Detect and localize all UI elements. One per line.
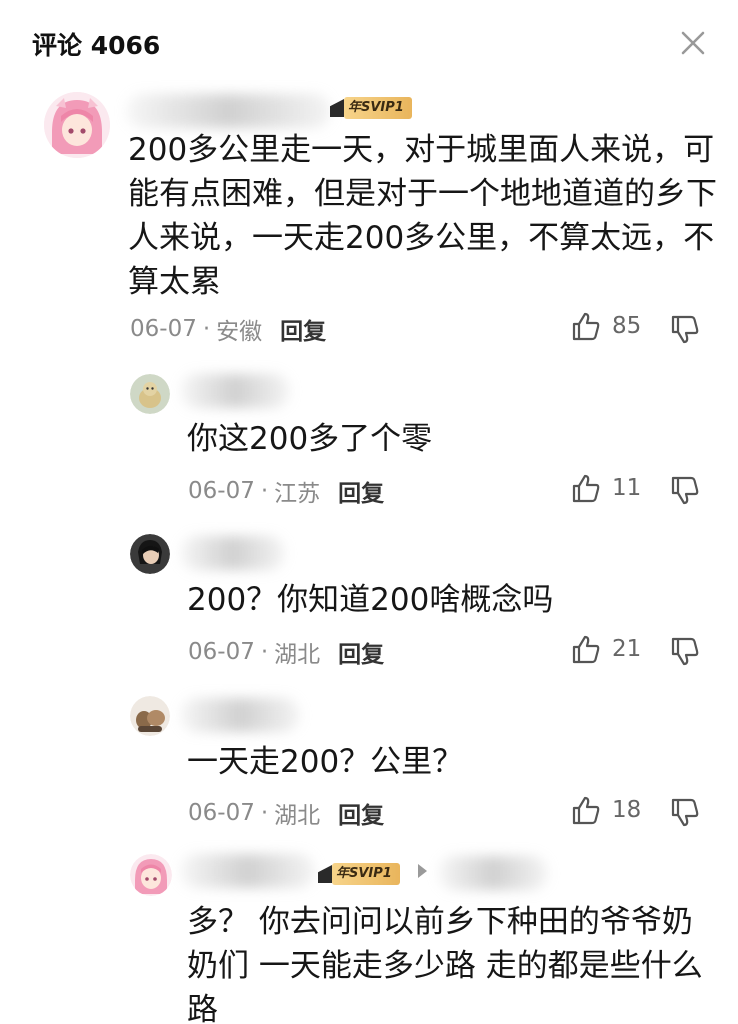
avatar[interactable] — [130, 534, 170, 574]
vip-badge: 年SVIP1 — [330, 96, 412, 120]
like-button[interactable]: 21 — [570, 633, 641, 665]
comment-meta: 06-07 · 江苏 回复 — [188, 474, 384, 508]
comment-text: 你这200多了个零 — [187, 421, 433, 457]
username-redacted[interactable] — [180, 854, 315, 888]
like-button[interactable]: 11 — [570, 472, 641, 504]
dislike-button[interactable] — [668, 634, 702, 668]
comment-text: 多？ 你去问问以前乡下种田的爷爷奶 奶们 一天能走多少路 走的都是些什么 路 — [187, 904, 703, 1024]
username-redacted[interactable] — [180, 536, 285, 570]
comment-meta: 06-07 · 湖北 回复 — [188, 796, 384, 830]
comment-meta: 06-07 · 安徽 回复 — [130, 312, 326, 346]
avatar[interactable] — [130, 374, 170, 414]
thumbs-up-icon — [572, 312, 600, 341]
reply-button[interactable]: 回复 — [338, 474, 384, 508]
username-redacted[interactable] — [126, 94, 331, 128]
reply-button[interactable]: 回复 — [338, 635, 384, 669]
like-count: 21 — [612, 636, 642, 662]
avatar[interactable] — [130, 696, 170, 736]
dislike-button[interactable] — [668, 795, 702, 829]
thumbs-down-icon — [671, 798, 699, 827]
dislike-button[interactable] — [668, 473, 702, 507]
reply-button[interactable]: 回复 — [338, 796, 384, 830]
username-redacted[interactable] — [180, 698, 300, 732]
comment-location: 湖北 — [274, 803, 321, 829]
thumbs-down-icon — [671, 476, 699, 505]
reply-button[interactable]: 回复 — [280, 312, 326, 346]
like-button[interactable]: 85 — [570, 310, 641, 342]
avatar[interactable] — [44, 92, 110, 158]
like-button[interactable]: 18 — [570, 794, 641, 826]
reply-arrow-icon — [418, 864, 427, 878]
avatar[interactable] — [130, 854, 172, 896]
like-count: 11 — [612, 475, 642, 501]
comment-location: 湖北 — [274, 642, 321, 668]
comment-date: 06-07 — [188, 800, 255, 826]
reply-to-username-redacted[interactable] — [438, 856, 548, 890]
comments-title: 评论 4066 — [32, 31, 161, 60]
like-count: 18 — [612, 797, 642, 823]
vip-badge: 年SVIP1 — [318, 862, 400, 886]
close-icon — [681, 31, 705, 55]
comment-date: 06-07 — [188, 639, 255, 665]
thumbs-up-icon — [572, 635, 600, 664]
comment-location: 江苏 — [274, 481, 321, 507]
comments-header: 评论 4066 — [0, 0, 738, 80]
thumbs-down-icon — [671, 637, 699, 666]
comment-date: 06-07 — [130, 316, 197, 342]
close-button[interactable] — [676, 26, 710, 60]
username-redacted[interactable] — [180, 374, 290, 408]
comment-text: 200多公里走一天，对于城里面人来说，可 能有点困难，但是对于一个地地道道的乡下… — [128, 132, 717, 300]
comment-date: 06-07 — [188, 478, 255, 504]
comment-text: 一天走200？公里？ — [187, 744, 464, 780]
comment-meta: 06-07 · 湖北 回复 — [188, 635, 384, 669]
thumbs-up-icon — [572, 796, 600, 825]
comment-text: 200？你知道200啥概念吗 — [187, 582, 554, 618]
comment-location: 安徽 — [216, 319, 263, 345]
thumbs-down-icon — [671, 315, 699, 344]
like-count: 85 — [612, 313, 642, 339]
dislike-button[interactable] — [668, 312, 702, 346]
thumbs-up-icon — [572, 474, 600, 503]
